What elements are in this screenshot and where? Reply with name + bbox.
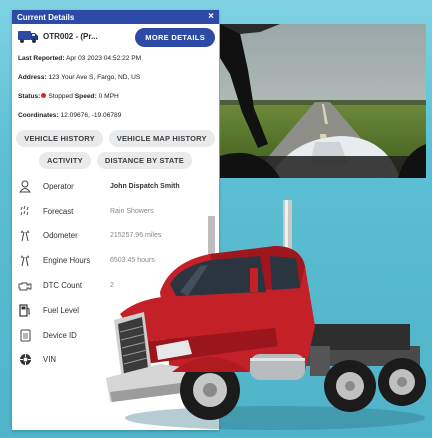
activity-chip[interactable]: ACTIVITY <box>39 152 91 169</box>
speed-value: 0 MPH <box>98 93 119 100</box>
fuel-icon <box>18 303 32 317</box>
more-details-button[interactable]: MORE DETAILS <box>135 28 215 47</box>
device-icon <box>18 328 32 342</box>
coordinates-value: 12.09676, -19.06789 <box>60 112 122 119</box>
panel-titlebar: Current Details × <box>12 10 219 24</box>
panel-title: Current Details <box>17 12 75 22</box>
truck-image <box>100 196 430 432</box>
road-icon <box>18 229 32 243</box>
vehicle-map-history-chip[interactable]: VEHICLE MAP HISTORY <box>108 130 215 147</box>
last-reported-value: Apr 03 2023 04:52:22 PM <box>66 55 142 62</box>
vehicle-info: Last Reported: Apr 03 2023 04:52:22 PM A… <box>12 48 219 126</box>
vin-icon <box>18 353 32 367</box>
status-line: Status: Stopped Speed: 0 MPH <box>18 93 119 100</box>
rain-icon <box>18 204 32 218</box>
dashcam-image <box>220 24 426 178</box>
vehicle-row: OTR002 - (Pr... MORE DETAILS <box>12 24 219 48</box>
engine-icon <box>18 279 32 293</box>
status-value: Stopped <box>48 93 73 100</box>
road-icon <box>18 254 32 268</box>
truck-icon <box>18 31 38 43</box>
person-icon <box>18 179 32 193</box>
last-reported-line: Last Reported: Apr 03 2023 04:52:22 PM <box>18 55 142 62</box>
vehicle-history-chip[interactable]: VEHICLE HISTORY <box>16 130 103 147</box>
distance-by-state-chip[interactable]: DISTANCE BY STATE <box>96 152 192 169</box>
coordinates-line: Coordinates: 12.09676, -19.06789 <box>18 112 122 119</box>
action-chips: VEHICLE HISTORY VEHICLE MAP HISTORY ACTI… <box>12 126 219 169</box>
vehicle-name[interactable]: OTR002 - (Pr... <box>43 32 98 41</box>
address-line: Address: 123 Your Ave S, Fargo, ND, US <box>18 74 141 81</box>
address-value: 123 Your Ave S, Fargo, ND, US <box>48 74 141 81</box>
close-icon[interactable]: × <box>208 12 214 22</box>
status-dot-icon <box>41 93 47 98</box>
